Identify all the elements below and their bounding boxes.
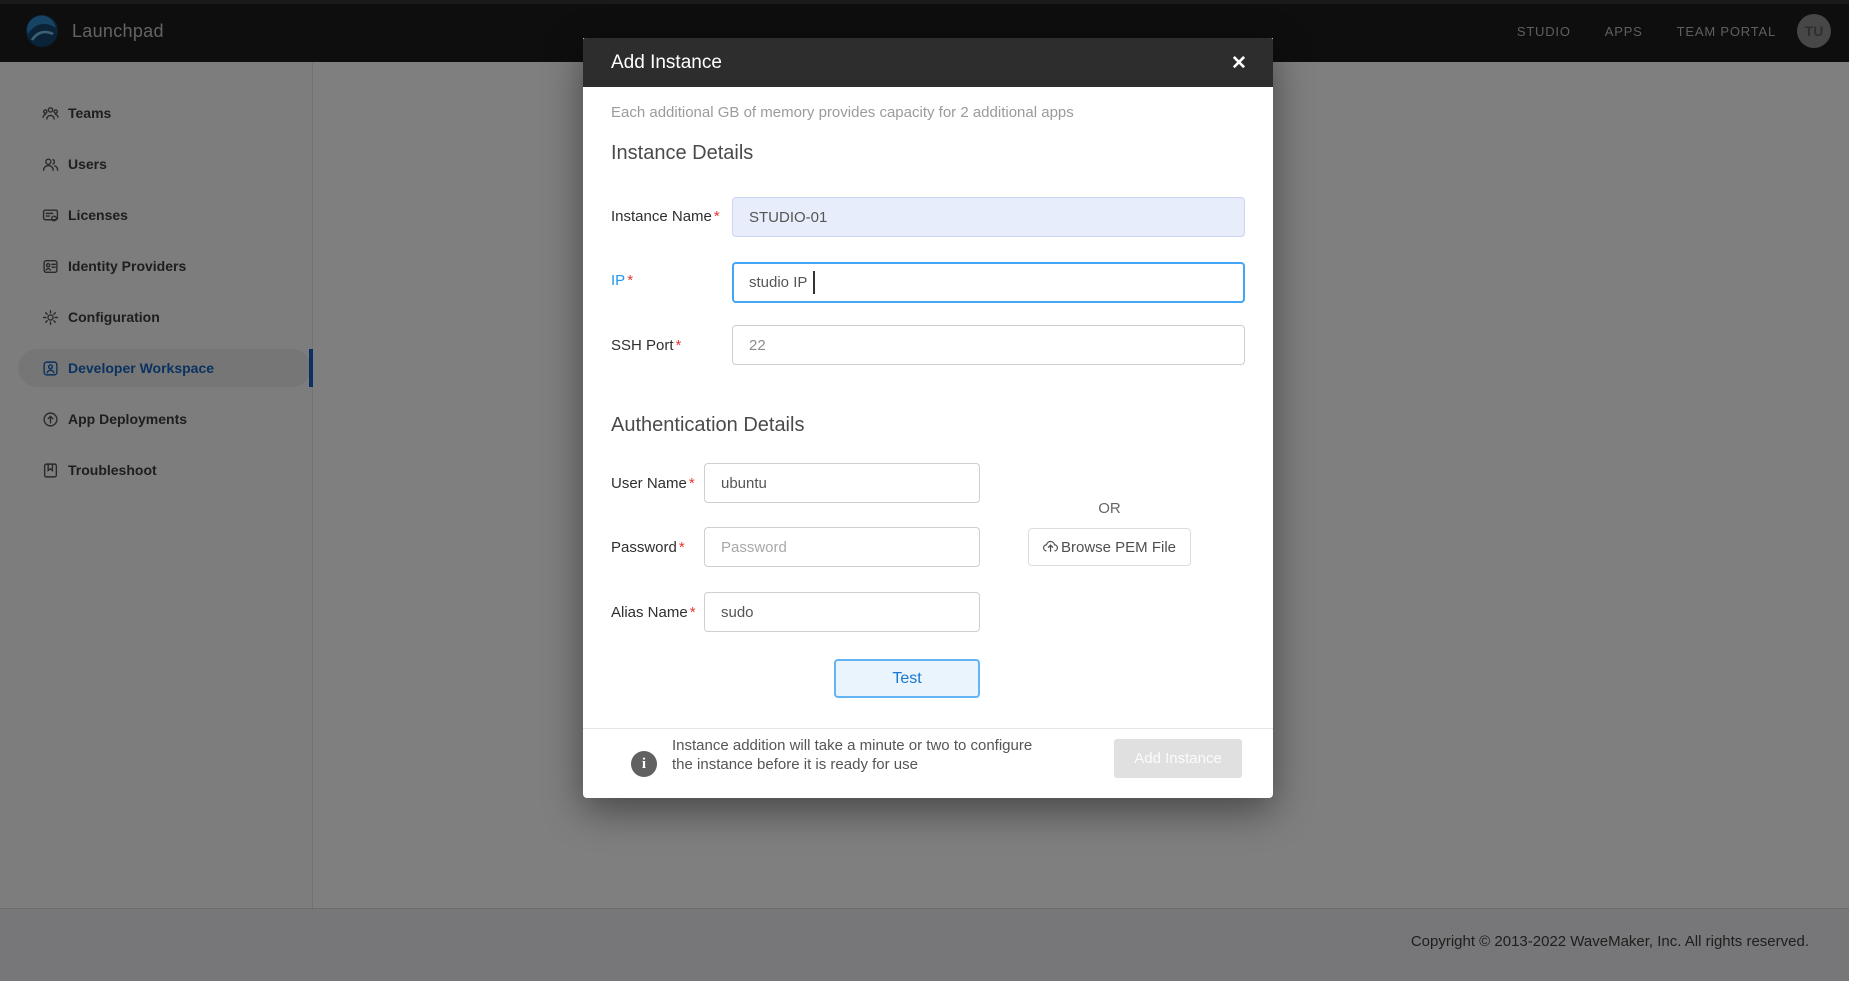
instance-details-heading: Instance Details xyxy=(611,142,753,165)
alias-name-label: Alias Name* xyxy=(611,604,696,621)
modal-note: Each additional GB of memory provides ca… xyxy=(611,104,1074,121)
modal-footer-note-line1: Instance addition will take a minute or … xyxy=(672,736,1032,755)
ip-label: IP* xyxy=(611,272,633,289)
modal-header: Add Instance ✕ xyxy=(583,38,1273,87)
modal-footer-divider xyxy=(583,728,1273,729)
ssh-port-label: SSH Port* xyxy=(611,337,681,354)
required-marker: * xyxy=(689,475,695,492)
browse-pem-label: Browse PEM File xyxy=(1061,539,1176,556)
user-name-field[interactable] xyxy=(704,463,980,503)
alias-name-field[interactable] xyxy=(704,592,980,632)
ssh-port-field[interactable] xyxy=(732,325,1245,365)
required-marker: * xyxy=(676,337,682,354)
or-separator: OR xyxy=(1028,500,1191,517)
ip-field[interactable] xyxy=(732,262,1245,303)
modal-title: Add Instance xyxy=(611,38,722,87)
text-caret xyxy=(813,271,815,294)
info-icon: i xyxy=(631,751,657,777)
password-field[interactable] xyxy=(704,527,980,567)
app-root: Launchpad STUDIO APPS TEAM PORTAL TU Tea… xyxy=(0,0,1849,981)
instance-name-label: Instance Name* xyxy=(611,208,720,225)
modal-footer-note-line2: the instance before it is ready for use xyxy=(672,755,918,774)
upload-icon xyxy=(1043,540,1058,555)
authentication-details-heading: Authentication Details xyxy=(611,414,804,437)
close-icon[interactable]: ✕ xyxy=(1225,49,1253,77)
instance-name-field[interactable] xyxy=(732,197,1245,237)
test-button[interactable]: Test xyxy=(834,659,980,698)
required-marker: * xyxy=(627,272,633,289)
browse-pem-button[interactable]: Browse PEM File xyxy=(1028,528,1191,566)
required-marker: * xyxy=(690,604,696,621)
ip-field-wrapper xyxy=(732,262,1245,303)
required-marker: * xyxy=(714,208,720,225)
required-marker: * xyxy=(679,539,685,556)
add-instance-modal: Add Instance ✕ Each additional GB of mem… xyxy=(583,38,1273,798)
password-label: Password* xyxy=(611,539,685,556)
add-instance-button[interactable]: Add Instance xyxy=(1114,739,1242,778)
user-name-label: User Name* xyxy=(611,475,695,492)
